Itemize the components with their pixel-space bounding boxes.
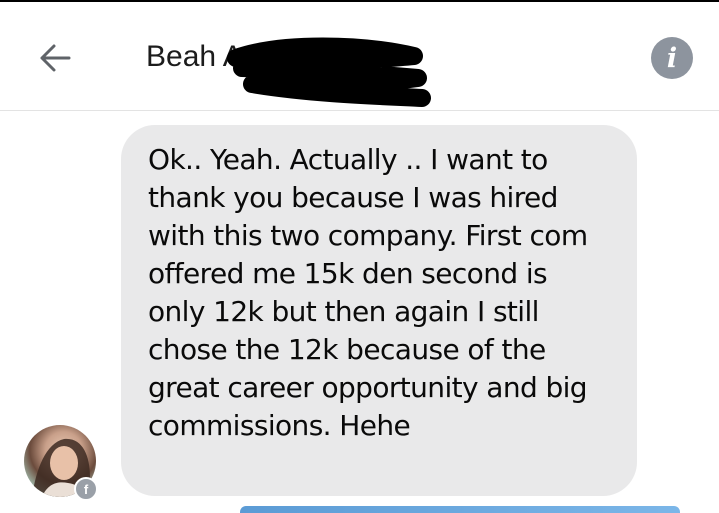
facebook-badge-icon: f <box>74 477 98 501</box>
arrow-left-icon <box>40 44 71 72</box>
bottom-accent-bar <box>240 506 680 513</box>
info-button[interactable]: i <box>651 37 693 79</box>
message-text: Ok.. Yeah. Actually .. I want to thank y… <box>148 143 588 442</box>
info-icon: i <box>666 43 678 74</box>
back-button[interactable] <box>30 36 80 80</box>
message-bubble[interactable]: Ok.. Yeah. Actually .. I want to thank y… <box>121 125 637 496</box>
name-redaction-scribble <box>227 37 431 107</box>
